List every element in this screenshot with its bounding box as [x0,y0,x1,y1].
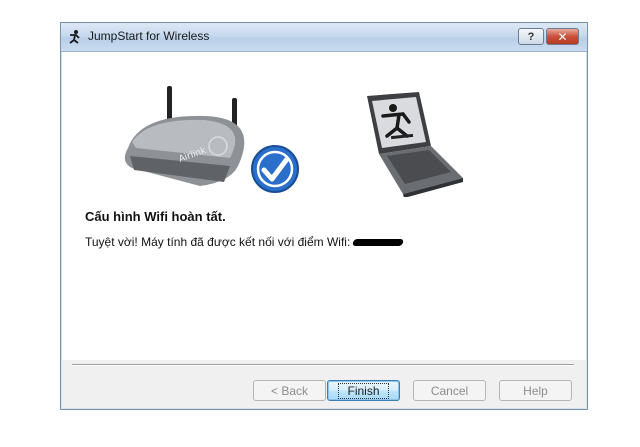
completion-heading: Cấu hình Wifi hoàn tất. [85,209,226,224]
button-separator [72,364,574,366]
dialog-window: JumpStart for Wireless ? ✕ Airlink Cấu h… [60,22,588,410]
finish-button-label: Finish [338,382,389,399]
connection-message-text: Tuyệt vời! Máy tính đã được kết nối với … [85,235,351,249]
window-title: JumpStart for Wireless [88,29,210,43]
help-button[interactable]: Help [499,380,572,401]
title-help-button[interactable]: ? [518,28,544,45]
cancel-button[interactable]: Cancel [413,380,486,401]
finish-button[interactable]: Finish [327,380,400,401]
back-button[interactable]: < Back [253,380,326,401]
dialog-content: Airlink Cấu hình Wifi hoàn tất. Tuyệt vờ… [62,52,586,360]
connection-message: Tuyệt vời! Máy tính đã được kết nối với … [85,235,405,249]
laptop-icon [367,92,463,197]
title-bar[interactable]: JumpStart for Wireless ? ✕ [61,23,587,52]
jumpstart-runner-icon [69,30,80,44]
close-button[interactable]: ✕ [546,28,579,45]
redacted-network-name [352,238,405,246]
wireless-router-icon: Airlink [124,86,300,194]
